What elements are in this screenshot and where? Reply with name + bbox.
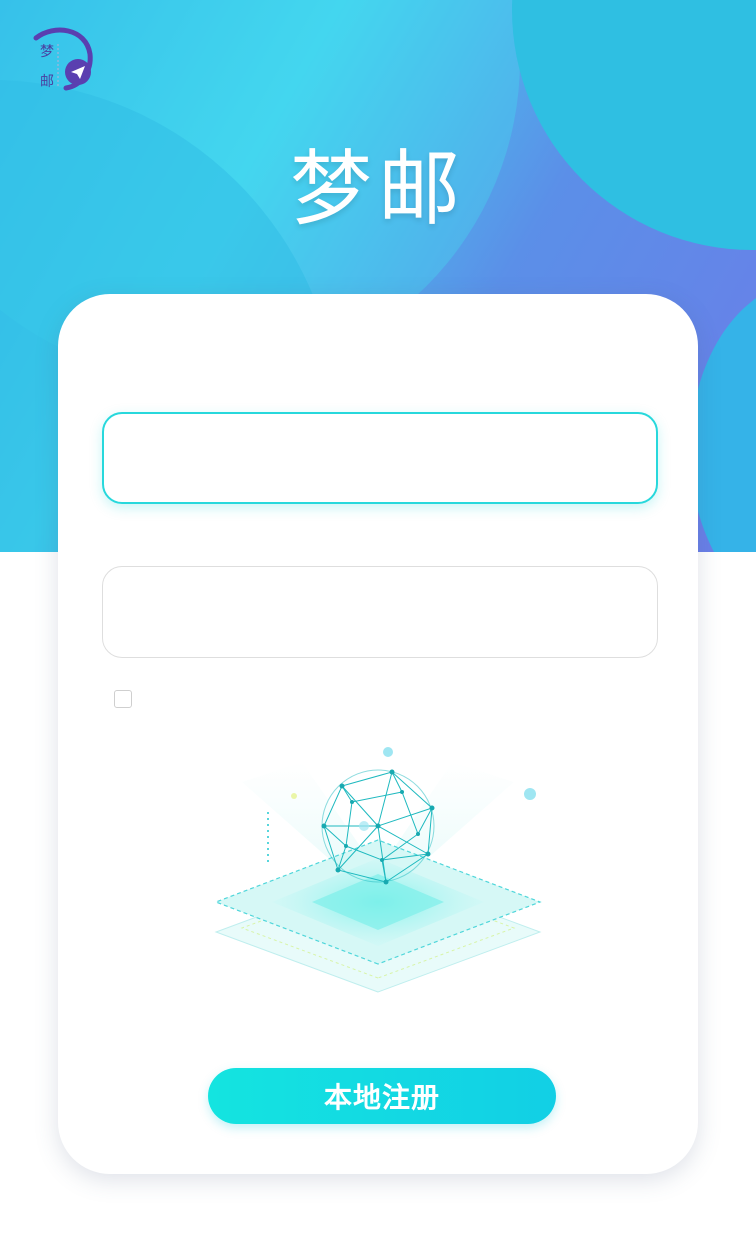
logo-char: 梦 — [40, 44, 54, 60]
logo-char: 邮 — [40, 74, 54, 90]
network-globe-illustration — [202, 742, 607, 1012]
input-1[interactable] — [104, 414, 656, 502]
background-shape — [690, 280, 756, 552]
input-field-2[interactable] — [102, 566, 658, 658]
form-card: 本地注册 — [58, 294, 698, 1174]
app-title: 梦邮 — [289, 142, 466, 237]
agree-checkbox[interactable] — [114, 690, 132, 708]
input-field-1[interactable] — [102, 412, 658, 504]
app-logo: 梦 邮 — [24, 24, 96, 96]
input-2[interactable] — [103, 567, 657, 657]
local-register-button[interactable]: 本地注册 — [208, 1068, 556, 1124]
